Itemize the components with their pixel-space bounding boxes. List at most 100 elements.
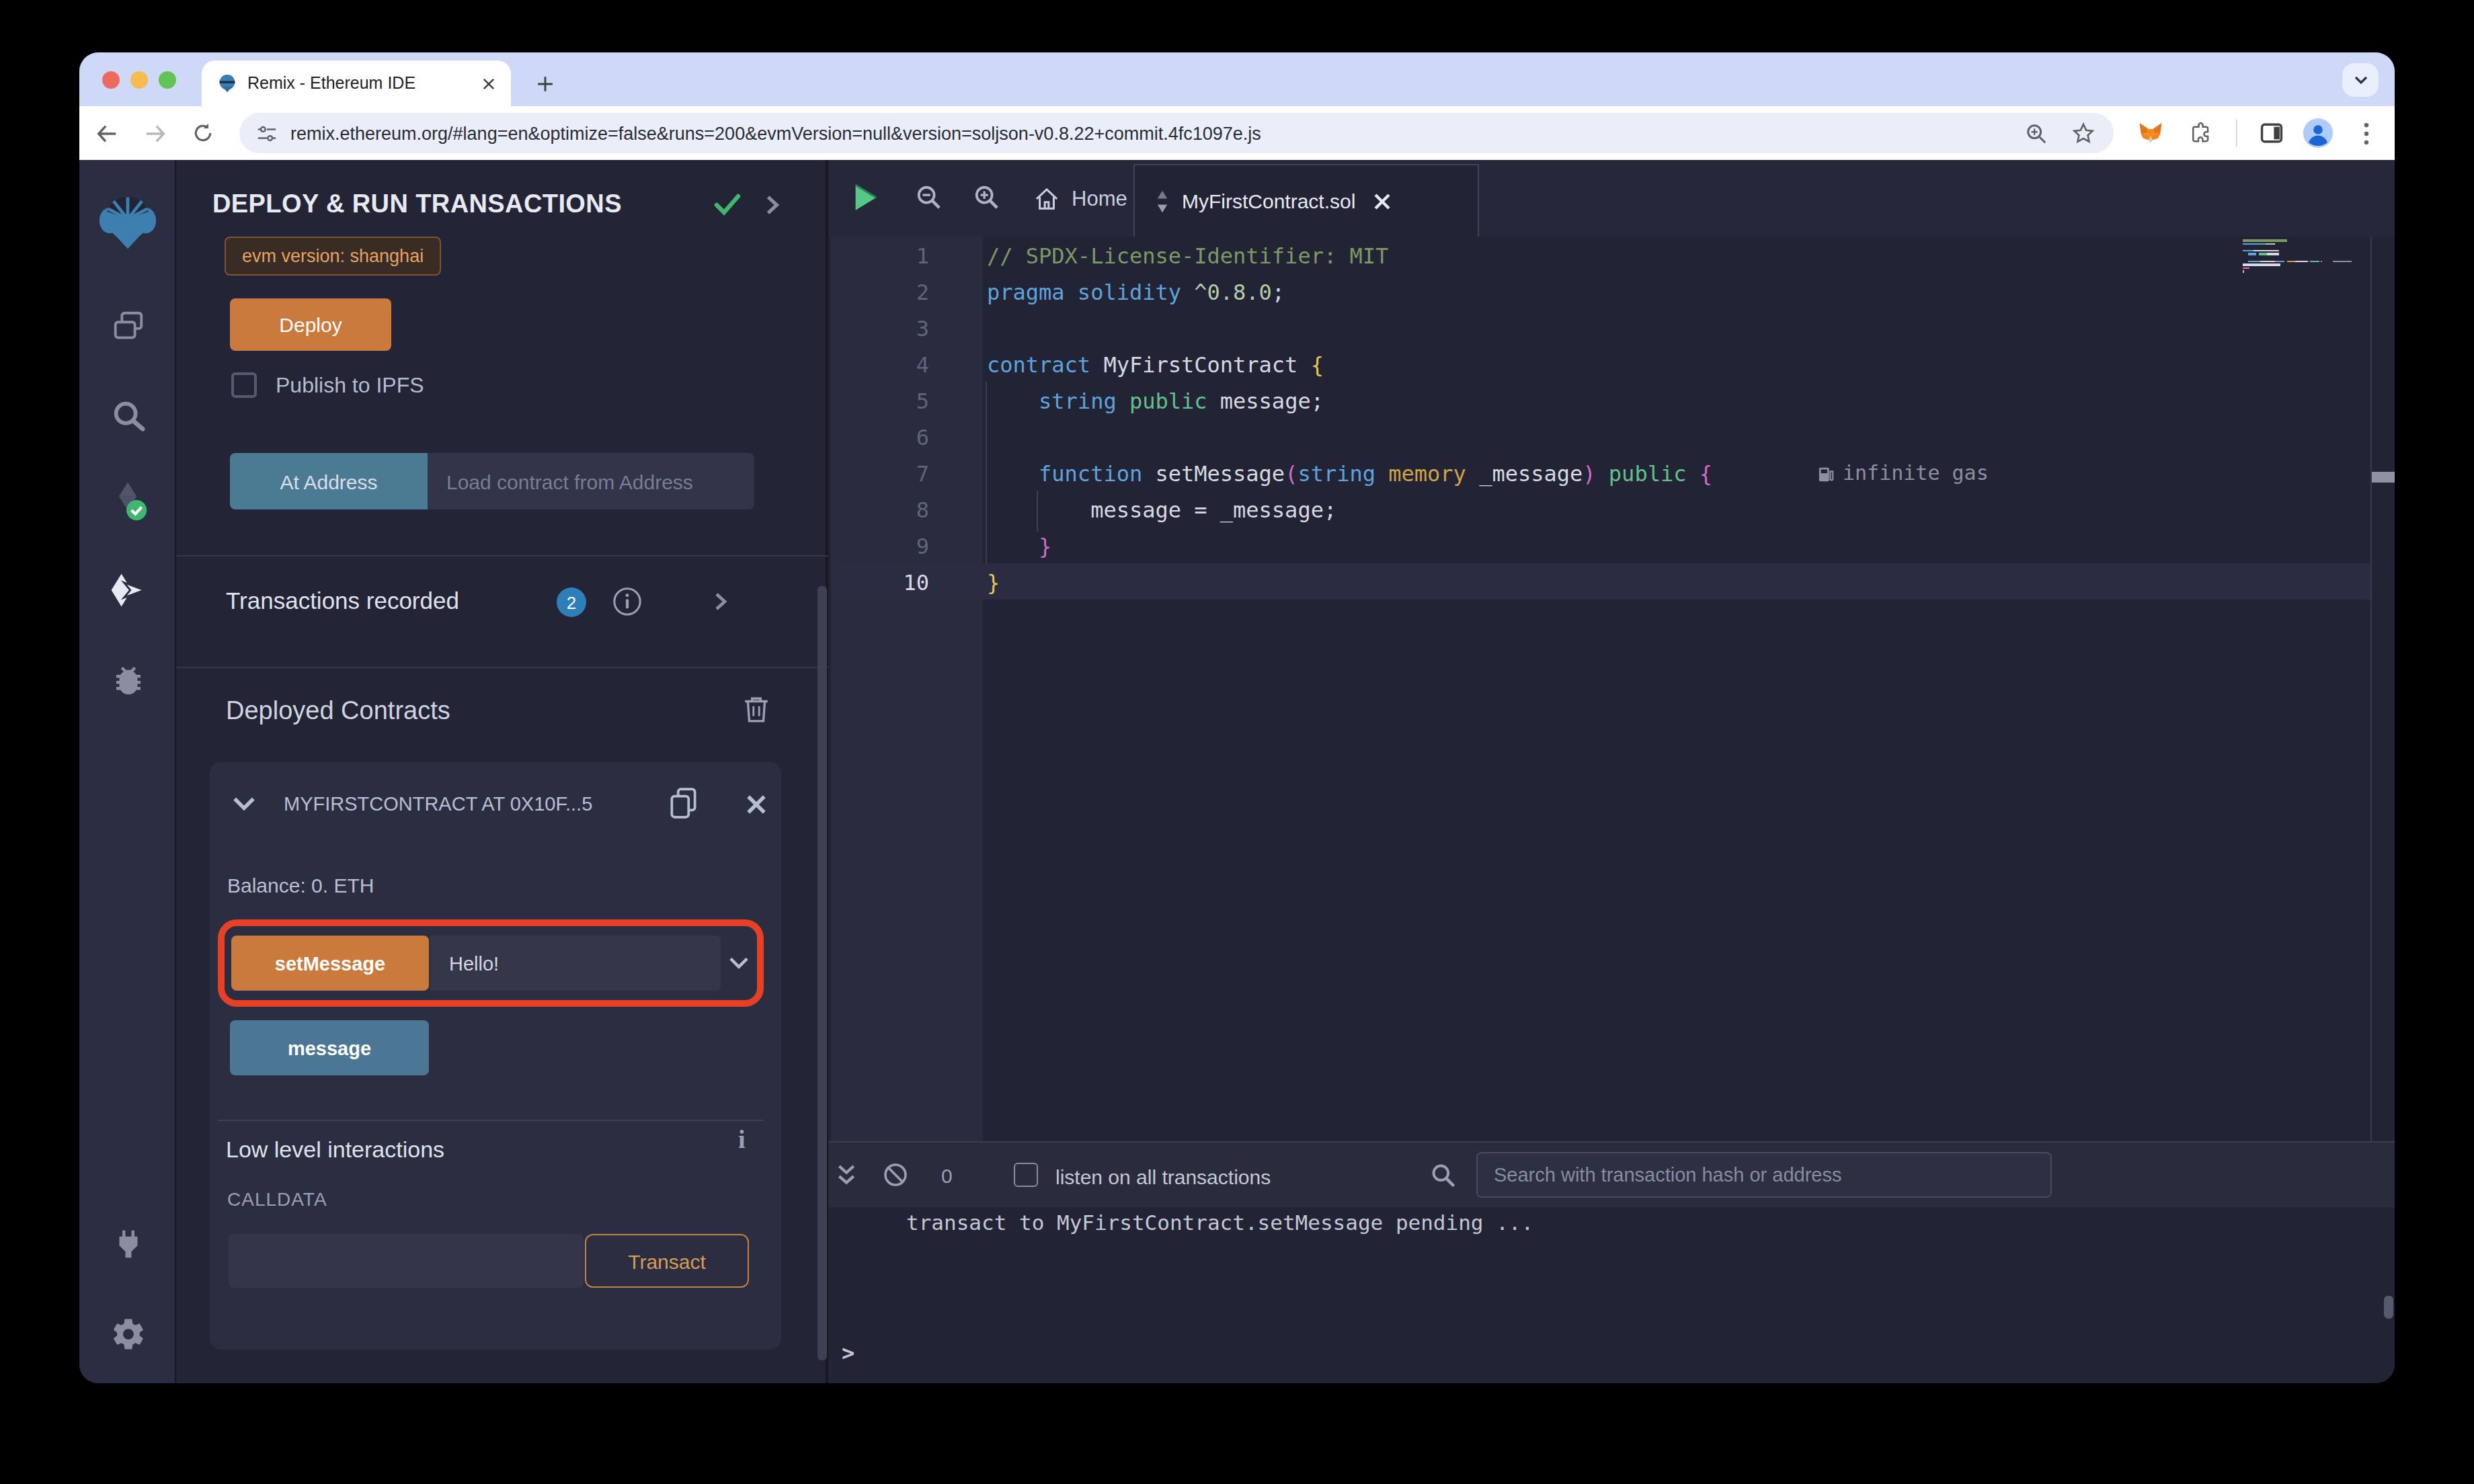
terminal-log: transact to MyFirstContract.setMessage p… xyxy=(906,1211,1533,1235)
bookmark-star-icon[interactable] xyxy=(2072,122,2095,145)
file-explorer-icon[interactable] xyxy=(79,296,176,355)
tab-home[interactable]: Home xyxy=(1034,160,1127,237)
calldata-label: CALLDATA xyxy=(227,1188,327,1210)
divider xyxy=(218,1120,764,1121)
plugin-manager-icon[interactable] xyxy=(79,1214,176,1273)
close-file-icon[interactable] xyxy=(1374,193,1390,209)
clear-console-icon[interactable] xyxy=(883,1163,908,1187)
transactions-info-icon[interactable] xyxy=(612,586,643,617)
zoom-page-icon[interactable] xyxy=(2025,122,2048,145)
listen-transactions-label[interactable]: listen on all transactions xyxy=(1055,1165,1271,1188)
browser-window: Remix - Ethereum IDE remix.ethereum.org/… xyxy=(79,52,2395,1383)
home-icon xyxy=(1034,186,1060,210)
settings-gear-icon[interactable] xyxy=(79,1304,176,1363)
close-window-button[interactable] xyxy=(102,71,120,89)
panel-title: DEPLOY & RUN TRANSACTIONS xyxy=(212,190,622,219)
editor-scrollbar-track xyxy=(2370,237,2372,1141)
browser-toolbar: remix.ethereum.org/#lang=en&optimize=fal… xyxy=(79,106,2395,160)
terminal-search-input[interactable]: Search with transaction hash or address xyxy=(1476,1152,2052,1198)
new-tab-button[interactable] xyxy=(527,66,562,101)
terminal-search-icon xyxy=(1431,1163,1455,1187)
deployed-contract-card: MYFIRSTCONTRACT AT 0X10F...5 Balance: 0.… xyxy=(210,762,781,1350)
terminal-toolbar: 0 listen on all transactions Search with… xyxy=(828,1141,2395,1207)
file-tab-label: MyFirstContract.sol xyxy=(1182,190,1355,212)
calldata-input[interactable] xyxy=(229,1234,584,1288)
copy-address-icon[interactable] xyxy=(668,786,699,821)
remix-favicon xyxy=(218,74,237,93)
minimap[interactable] xyxy=(2243,239,2366,274)
evm-version-badge: evm version: shanghai xyxy=(225,237,441,276)
gas-icon xyxy=(1817,465,1835,483)
set-message-expand-chevron-icon[interactable] xyxy=(729,956,749,971)
editor-tabbar: Home MyFirstContract.sol xyxy=(828,160,2395,237)
screen: Remix - Ethereum IDE remix.ethereum.org/… xyxy=(0,0,2474,1484)
tab-myfirstcontract[interactable]: MyFirstContract.sol xyxy=(1133,164,1479,237)
terminal-prompt: > xyxy=(842,1340,854,1366)
remix-iconbar xyxy=(79,160,176,1383)
at-address-button[interactable]: At Address xyxy=(230,453,428,509)
panel-expand-chevron-icon[interactable] xyxy=(765,195,780,215)
site-settings-icon[interactable] xyxy=(257,123,277,143)
transactions-count-badge: 2 xyxy=(557,587,586,617)
set-message-input[interactable]: Hello! xyxy=(430,936,721,991)
tab-close-icon[interactable] xyxy=(483,77,495,89)
divider xyxy=(176,667,828,668)
toolbar-divider xyxy=(2236,120,2237,147)
divider xyxy=(176,555,828,556)
at-address-input[interactable]: Load contract from Address xyxy=(428,453,754,509)
publish-ipfs-label[interactable]: Publish to IPFS xyxy=(276,374,424,398)
back-button[interactable] xyxy=(82,106,130,160)
search-icon[interactable] xyxy=(79,386,176,445)
browser-tabstrip: Remix - Ethereum IDE xyxy=(79,52,2395,106)
sidebar-icon[interactable] xyxy=(2247,106,2295,160)
solidity-compiler-icon[interactable] xyxy=(79,472,176,531)
url-bar[interactable]: remix.ethereum.org/#lang=en&optimize=fal… xyxy=(239,113,2114,153)
overview-ruler-marker xyxy=(2372,472,2395,483)
browser-tab[interactable]: Remix - Ethereum IDE xyxy=(202,60,511,106)
terminal-count: 0 xyxy=(941,1164,953,1187)
tab-search-button[interactable] xyxy=(2342,63,2379,97)
transact-button[interactable]: Transact xyxy=(585,1234,749,1288)
zoom-in-icon[interactable] xyxy=(973,184,999,210)
terminal-collapse-icon[interactable] xyxy=(836,1164,856,1187)
remove-contract-icon[interactable] xyxy=(746,794,766,815)
trash-icon[interactable] xyxy=(744,695,769,723)
compile-success-check-icon xyxy=(714,192,741,216)
url-text: remix.ethereum.org/#lang=en&optimize=fal… xyxy=(290,123,1261,143)
debugger-icon[interactable] xyxy=(79,651,176,710)
contract-collapse-chevron-icon[interactable] xyxy=(233,796,255,812)
profile-avatar[interactable] xyxy=(2294,106,2342,160)
remix-logo[interactable] xyxy=(79,192,176,251)
transactions-expand-chevron-icon[interactable] xyxy=(714,591,727,612)
run-script-icon[interactable] xyxy=(852,183,879,212)
deploy-run-icon[interactable] xyxy=(79,561,176,620)
set-message-button[interactable]: setMessage xyxy=(231,936,429,991)
listen-transactions-checkbox[interactable] xyxy=(1014,1163,1038,1187)
tab-title: Remix - Ethereum IDE xyxy=(247,74,483,93)
reload-button[interactable] xyxy=(179,106,227,160)
metamask-icon[interactable] xyxy=(2126,106,2174,160)
deploy-panel: DEPLOY & RUN TRANSACTIONS evm version: s… xyxy=(176,160,828,1383)
code-editor[interactable]: 1// SPDX-License-Identifier: MIT2pragma … xyxy=(828,237,2395,1141)
publish-ipfs-checkbox[interactable] xyxy=(231,372,257,398)
remix-app: DEPLOY & RUN TRANSACTIONS evm version: s… xyxy=(79,160,2395,1383)
low-level-info-icon[interactable]: i xyxy=(738,1125,746,1155)
minimize-window-button[interactable] xyxy=(130,71,148,89)
deploy-button[interactable]: Deploy xyxy=(230,298,391,351)
editor-area: Home MyFirstContract.sol 1// SPDX-Licens… xyxy=(828,160,2395,1383)
browser-menu-icon[interactable] xyxy=(2342,106,2391,160)
zoom-out-icon[interactable] xyxy=(916,184,941,210)
code-lines[interactable]: 1// SPDX-License-Identifier: MIT2pragma … xyxy=(831,238,1989,601)
transactions-recorded-label: Transactions recorded xyxy=(226,587,459,616)
contract-title[interactable]: MYFIRSTCONTRACT AT 0X10F...5 xyxy=(284,793,620,815)
deployed-contracts-label: Deployed Contracts xyxy=(226,696,450,726)
forward-button[interactable] xyxy=(130,106,179,160)
contract-balance: Balance: 0. ETH xyxy=(227,874,374,897)
message-button[interactable]: message xyxy=(230,1020,429,1075)
low-level-label: Low level interactions xyxy=(226,1137,444,1164)
terminal-scrollbar[interactable] xyxy=(2384,1296,2393,1319)
zoom-window-button[interactable] xyxy=(159,71,176,89)
panel-scrollbar[interactable] xyxy=(817,586,827,1360)
solidity-file-icon xyxy=(1154,189,1171,213)
extensions-icon[interactable] xyxy=(2176,106,2224,160)
